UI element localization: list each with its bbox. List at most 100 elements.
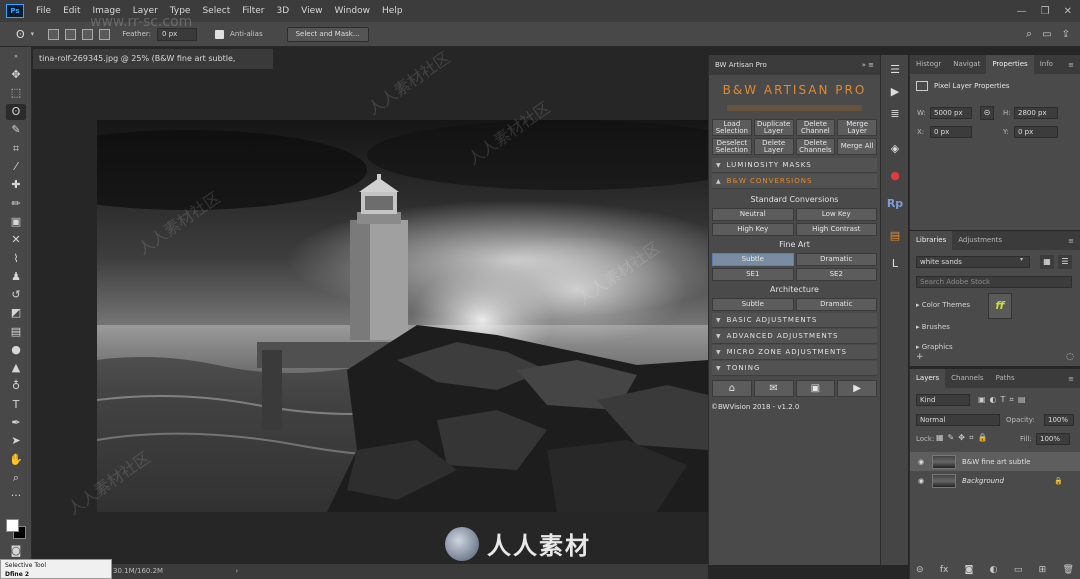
menu-window[interactable]: Window [329, 6, 377, 16]
dodge-tool-icon[interactable]: ♁ [6, 378, 26, 394]
history-brush-tool-icon[interactable]: ↺ [6, 287, 26, 303]
list-view-icon[interactable]: ☰ [1058, 255, 1072, 269]
section-advanced-adjustments[interactable]: ▼ ADVANCED ADJUSTMENTS [712, 329, 877, 344]
quick-selection-tool-icon[interactable]: ✎ [6, 122, 26, 138]
search-icon[interactable]: ⌕ [1026, 27, 1032, 41]
layers-stack-icon[interactable]: ◈ [886, 140, 904, 158]
menu-filter[interactable]: Filter [236, 6, 270, 16]
path-selection-tool-icon[interactable]: ➤ [6, 433, 26, 449]
healing-brush-tool-icon[interactable]: ✚ [6, 177, 26, 193]
merge-all-button[interactable]: Merge All [837, 138, 877, 155]
load-selection-button[interactable]: Load Selection [712, 119, 752, 136]
panel-menu-icon[interactable]: ≡ [1068, 61, 1080, 69]
section-basic-adjustments[interactable]: ▼ BASIC ADJUSTMENTS [712, 313, 877, 328]
new-layer-icon[interactable]: ⊞ [1039, 565, 1047, 575]
crop-tool-icon[interactable]: ⌗ [6, 141, 26, 157]
blend-mode-select[interactable]: Normal [916, 414, 1000, 426]
select-and-mask-button[interactable]: Select and Mask... [286, 26, 369, 42]
lasso-tool-preset-icon[interactable]: ʘ [16, 28, 25, 41]
menu-image[interactable]: Image [87, 6, 127, 16]
new-selection-icon[interactable] [48, 28, 60, 40]
blur-tool-icon[interactable]: ● [6, 342, 26, 358]
tab-channels[interactable]: Channels [945, 369, 989, 388]
more-tools-icon[interactable]: ··· [6, 488, 26, 504]
add-icon[interactable]: + [916, 352, 924, 362]
foreground-color-swatch[interactable] [6, 519, 19, 532]
tab-properties[interactable]: Properties [986, 55, 1034, 74]
mixer-brush-icon[interactable]: ⌇ [6, 251, 26, 267]
duplicate-layer-button[interactable]: Duplicate Layer [753, 119, 794, 136]
y-field[interactable]: 0 px [1014, 126, 1058, 138]
se1-button[interactable]: SE1 [712, 268, 794, 281]
antialias-checkbox[interactable] [215, 29, 225, 39]
deselect-selection-button[interactable]: Deselect Selection [712, 138, 752, 155]
marquee-tool-icon[interactable]: ⬚ [6, 85, 26, 101]
menu-view[interactable]: View [295, 6, 328, 16]
share-icon[interactable]: ⇪ [1062, 29, 1070, 40]
rp-plugin-icon[interactable]: Rp [886, 195, 904, 213]
tab-adjustments[interactable]: Adjustments [952, 231, 1008, 250]
link-dimensions-icon[interactable]: ⊝ [980, 106, 994, 120]
add-mask-icon[interactable]: ◙ [965, 565, 974, 575]
status-arrow-icon[interactable]: › [235, 567, 238, 575]
layer-row[interactable]: ◉ B&W fine art subtle [910, 452, 1080, 471]
type-tool-icon[interactable]: T [6, 397, 26, 413]
clone-stamp-tool-icon[interactable]: ▣ [6, 214, 26, 230]
feather-field[interactable]: 0 px [157, 27, 198, 41]
hand-tool-icon[interactable]: ✋ [6, 452, 26, 468]
tab-navigator[interactable]: Navigat [947, 55, 986, 74]
fill-field[interactable]: 100% [1036, 433, 1070, 445]
link-layers-icon[interactable]: ⊝ [916, 565, 924, 575]
tab-layers[interactable]: Layers [910, 369, 946, 388]
menu-3d[interactable]: 3D [271, 6, 296, 16]
menu-layer[interactable]: Layer [127, 6, 164, 16]
merge-layer-button[interactable]: Merge Layer [837, 119, 877, 136]
pen-tool-icon[interactable]: ✒ [6, 415, 26, 431]
stock-search-input[interactable]: Search Adobe Stock [916, 276, 1072, 288]
content-aware-move-icon[interactable]: ✕ [6, 232, 26, 248]
visibility-eye-icon[interactable]: ◉ [914, 458, 928, 466]
delete-layer-icon[interactable]: 🗑 [1062, 565, 1073, 575]
tab-info[interactable]: Info [1034, 55, 1059, 74]
lighthouse-photo[interactable] [97, 120, 708, 512]
panel-menu-icon[interactable]: ≡ [1068, 375, 1080, 383]
lasso-tool-icon[interactable]: ʘ [6, 104, 26, 120]
section-bw-conversions[interactable]: ▲ B&W CONVERSIONS [712, 174, 877, 189]
mail-icon[interactable]: ✉ [753, 380, 794, 397]
neutral-button[interactable]: Neutral [712, 208, 794, 221]
history-panel-icon[interactable]: ☰ [886, 61, 904, 79]
x-field[interactable]: 0 px [930, 126, 972, 138]
height-field[interactable]: 2800 px [1014, 107, 1058, 119]
architecture-subtle-button[interactable]: Subtle [712, 298, 794, 311]
workspace-icon[interactable]: ▭ [1042, 29, 1051, 40]
add-selection-icon[interactable] [65, 28, 77, 40]
bw-panel-menu-icon[interactable]: » ≡ [862, 61, 880, 69]
section-micro-zone[interactable]: ▼ MICRO ZONE ADJUSTMENTS [712, 345, 877, 360]
fine-art-subtle-button[interactable]: Subtle [712, 253, 794, 266]
close-icon[interactable]: ✕ [1064, 6, 1072, 17]
eyedropper-tool-icon[interactable]: ⁄ [6, 159, 26, 175]
sharpen-tool-icon[interactable]: ▲ [6, 360, 26, 376]
restore-icon[interactable]: ❐ [1041, 6, 1050, 17]
fine-art-dramatic-button[interactable]: Dramatic [795, 253, 877, 266]
fx-icon[interactable]: fx [940, 565, 949, 575]
stamp-tool-icon[interactable]: ♟ [6, 269, 26, 285]
delete-layer-button[interactable]: Delete Layer [753, 138, 794, 155]
home-icon[interactable]: ⌂ [712, 380, 752, 397]
menu-type[interactable]: Type [164, 6, 197, 16]
cloud-sync-icon[interactable]: ◌ [1066, 352, 1074, 362]
adjustment-layer-icon[interactable]: ◐ [990, 565, 998, 575]
opacity-field[interactable]: 100% [1044, 414, 1074, 426]
delete-channel-button[interactable]: Delete Channel [795, 119, 836, 136]
menu-file[interactable]: File [30, 6, 57, 16]
section-toning[interactable]: ▼ TONING [712, 361, 877, 376]
brush-tool-icon[interactable]: ✏ [6, 196, 26, 212]
eraser-tool-icon[interactable]: ◩ [6, 305, 26, 321]
panel-menu-icon[interactable]: ≡ [1068, 237, 1080, 245]
delete-channels-button[interactable]: Delete Channels [795, 138, 836, 155]
library-item-color-themes[interactable]: ▸ Color Themes [916, 301, 970, 309]
dropdown-caret-icon[interactable]: ▾ [31, 30, 35, 38]
group-icon[interactable]: ▭ [1014, 565, 1023, 575]
move-tool-icon[interactable]: ✥ [6, 67, 26, 83]
actions-play-icon[interactable]: ▶ [886, 83, 904, 101]
